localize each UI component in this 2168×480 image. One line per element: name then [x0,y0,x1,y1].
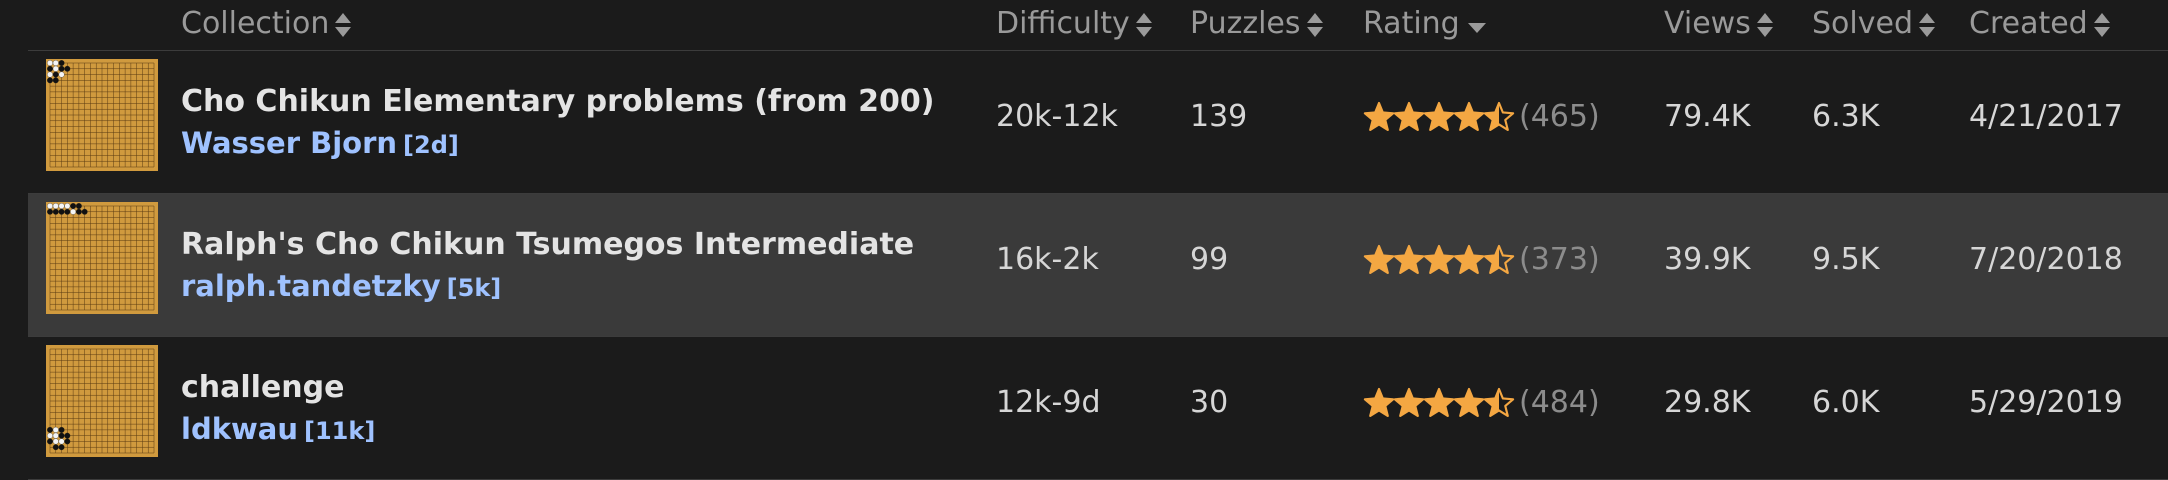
column-header-created-label: Created [1969,6,2088,41]
puzzles-value: 30 [1190,385,1229,420]
created-value: 4/21/2017 [1969,99,2123,134]
table-row[interactable]: challenge ldkwau [11k] 12k-9d 30 (484) 29… [28,337,2168,480]
star-full-icon [1453,387,1485,417]
sort-icon [1919,12,1935,38]
author-name: ralph.tandetzky [181,269,441,303]
views-value: 79.4K [1664,99,1751,134]
star-full-icon [1453,101,1485,131]
column-header-difficulty[interactable]: Difficulty [996,4,1152,44]
sort-descending-icon [1467,22,1486,33]
star-full-icon [1363,101,1395,131]
rating-count: (465) [1519,99,1600,134]
author-rank: [11k] [304,417,376,445]
star-full-icon [1393,387,1425,417]
star-half-icon [1483,244,1515,274]
column-header-views-label: Views [1664,6,1751,41]
solved-value: 6.0K [1812,385,1880,420]
sort-icon [1756,12,1773,38]
rating-count: (484) [1519,385,1600,420]
star-full-icon [1423,101,1455,131]
star-full-icon [1363,387,1395,417]
table-header: Collection Difficulty Puzzles Rating Vie… [28,0,2168,51]
column-header-rating[interactable]: Rating [1363,4,1486,44]
difficulty-value: 16k-2k [996,242,1099,277]
table-row[interactable]: Ralph's Cho Chikun Tsumegos Intermediate… [28,194,2168,337]
author-name: ldkwau [181,412,298,446]
views-value: 29.8K [1664,385,1751,420]
board-thumbnail[interactable] [46,59,158,171]
collection-title[interactable]: challenge [181,370,344,405]
sort-icon [2093,12,2110,38]
author-link[interactable]: ralph.tandetzky [5k] [181,269,501,303]
author-rank: [5k] [446,274,502,302]
column-header-created[interactable]: Created [1969,4,2110,44]
puzzle-collections-table: Collection Difficulty Puzzles Rating Vie… [0,0,2168,480]
sort-icon [1135,12,1152,38]
column-header-puzzles-label: Puzzles [1190,6,1301,41]
star-half-icon [1483,101,1515,131]
sort-icon [335,12,352,38]
column-header-collection-label: Collection [181,6,330,41]
collection-title[interactable]: Ralph's Cho Chikun Tsumegos Intermediate [181,227,914,262]
author-link[interactable]: ldkwau [11k] [181,412,375,446]
views-value: 39.9K [1664,242,1751,277]
created-value: 5/29/2019 [1969,385,2123,420]
column-header-difficulty-label: Difficulty [996,6,1130,41]
solved-value: 6.3K [1812,99,1880,134]
star-full-icon [1393,101,1425,131]
puzzles-value: 139 [1190,99,1248,134]
star-full-icon [1363,244,1395,274]
collection-title[interactable]: Cho Chikun Elementary problems (from 200… [181,84,934,119]
star-full-icon [1393,244,1425,274]
star-half-icon [1483,387,1515,417]
sort-icon [1306,12,1323,38]
difficulty-value: 20k-12k [996,99,1118,134]
author-name: Wasser Bjorn [181,126,398,160]
star-full-icon [1453,244,1485,274]
board-thumbnail[interactable] [46,345,158,457]
star-full-icon [1423,387,1455,417]
column-header-rating-label: Rating [1363,6,1460,41]
difficulty-value: 12k-9d [996,385,1101,420]
column-header-solved[interactable]: Solved [1812,4,1935,44]
column-header-views[interactable]: Views [1664,4,1773,44]
puzzles-value: 99 [1190,242,1229,277]
created-value: 7/20/2018 [1969,242,2123,277]
column-header-puzzles[interactable]: Puzzles [1190,4,1323,44]
rating-count: (373) [1519,242,1600,277]
author-link[interactable]: Wasser Bjorn [2d] [181,126,459,160]
column-header-solved-label: Solved [1812,6,1913,41]
author-rank: [2d] [403,131,459,159]
solved-value: 9.5K [1812,242,1880,277]
star-full-icon [1423,244,1455,274]
column-header-collection[interactable]: Collection [181,4,352,44]
table-row[interactable]: Cho Chikun Elementary problems (from 200… [28,51,2168,194]
board-thumbnail[interactable] [46,202,158,314]
